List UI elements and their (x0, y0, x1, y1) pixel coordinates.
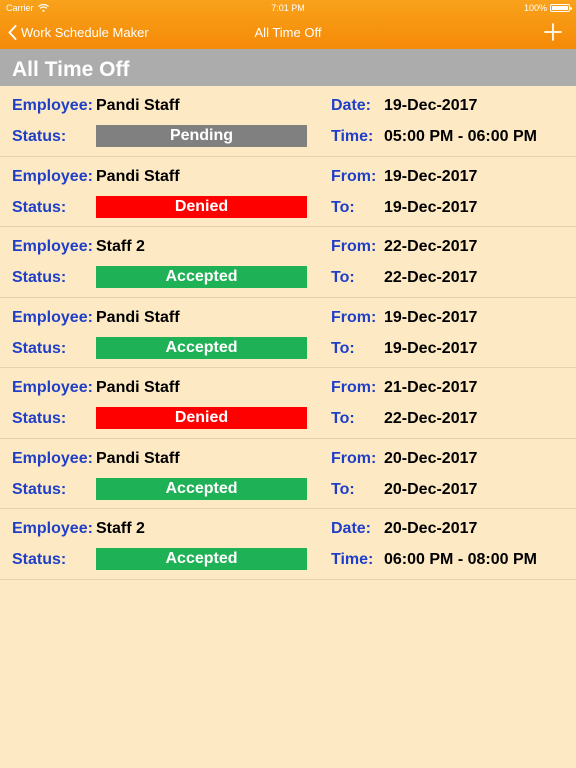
to-value: 22-Dec-2017 (384, 269, 478, 286)
employee-label: Employee: (12, 308, 93, 326)
status-badge: Denied (96, 407, 307, 429)
employee-name: Pandi Staff (96, 379, 180, 396)
time-off-list: Employee: Pandi Staff Status: Pending Date: 1… (0, 86, 576, 580)
to-value: 19-Dec-2017 (384, 339, 478, 357)
navigation-bar: Work Schedule Maker All Time Off (0, 16, 576, 49)
status-badge: Pending (96, 125, 307, 147)
status-badge: Accepted (96, 336, 307, 359)
employee-label: Employee: (12, 238, 93, 255)
time-off-row[interactable]: Employee: Pandi Staff Status: Denied From: 21… (0, 368, 576, 439)
to-value: 20-Dec-2017 (384, 480, 478, 498)
status-label: Status: (12, 339, 67, 357)
employee-label: Employee: (12, 379, 93, 396)
add-icon[interactable] (542, 21, 564, 43)
status-badge: Accepted (96, 266, 307, 288)
time-off-row[interactable]: Employee: Staff 2 Status: Accepted Date: 20-D… (0, 509, 576, 580)
time-off-row[interactable]: Employee: Staff 2 Status: Accepted From: 22-D… (0, 227, 576, 298)
from-label: From: (331, 308, 377, 326)
to-label: To: (331, 198, 355, 216)
employee-name: Pandi Staff (96, 449, 180, 467)
from-label: From: (331, 238, 377, 255)
time-label: Time: (331, 128, 374, 145)
from-value: 19-Dec-2017 (384, 167, 478, 185)
status-badge: Accepted (96, 548, 307, 570)
time-label: Time: (331, 551, 374, 568)
employee-name: Pandi Staff (96, 308, 180, 326)
employee-name: Pandi Staff (96, 167, 180, 185)
status-label: Status: (12, 128, 67, 145)
employee-name: Pandi Staff (96, 97, 180, 114)
status-time: 7:01 PM (271, 3, 305, 13)
nav-title: All Time Off (254, 25, 322, 40)
to-value: 19-Dec-2017 (384, 198, 478, 216)
from-value: 19-Dec-2017 (384, 308, 478, 326)
status-badge: Accepted (96, 477, 307, 500)
to-label: To: (331, 269, 355, 286)
employee-label: Employee: (12, 97, 93, 114)
from-label: From: (331, 379, 377, 396)
status-right: 100% (523, 3, 572, 13)
status-label: Status: (12, 480, 67, 498)
employee-name: Staff 2 (96, 238, 145, 255)
time-off-row[interactable]: Employee: Pandi Staff Status: Denied From: 19… (0, 157, 576, 227)
status-badge: Denied (96, 195, 307, 218)
date-label: Date: (331, 97, 372, 114)
to-label: To: (331, 339, 355, 357)
from-label: From: (331, 449, 377, 467)
battery-icon (550, 4, 572, 12)
status-label: Status: (12, 198, 67, 216)
from-value: 20-Dec-2017 (384, 449, 478, 467)
from-value: 22-Dec-2017 (384, 238, 478, 255)
top-bar: Carrier 7:01 PM 100% Work Schedule Maker… (0, 0, 576, 49)
section-header: All Time Off (0, 49, 576, 86)
to-label: To: (331, 410, 355, 427)
battery-label: 100% (523, 3, 547, 13)
employee-label: Employee: (12, 520, 93, 537)
time-off-row[interactable]: Employee: Pandi Staff Status: Accepted From:… (0, 298, 576, 368)
to-value: 22-Dec-2017 (384, 410, 478, 427)
status-label: Status: (12, 410, 67, 427)
date-value: 20-Dec-2017 (384, 520, 478, 537)
status-label: Status: (12, 269, 67, 286)
time-value: 05:00 PM - 06:00 PM (384, 128, 537, 145)
from-value: 21-Dec-2017 (384, 379, 478, 396)
status-label: Status: (12, 551, 67, 568)
time-off-row[interactable]: Employee: Pandi Staff Status: Pending Date: 1… (0, 86, 576, 157)
employee-label: Employee: (12, 167, 93, 185)
from-label: From: (331, 167, 377, 185)
employee-name: Staff 2 (96, 520, 145, 537)
employee-label: Employee: (12, 449, 93, 467)
status-bar: Carrier 7:01 PM 100% (0, 0, 576, 16)
to-label: To: (331, 480, 355, 498)
time-value: 06:00 PM - 08:00 PM (384, 551, 537, 568)
date-label: Date: (331, 520, 372, 537)
date-value: 19-Dec-2017 (384, 97, 478, 114)
time-off-row[interactable]: Employee: Pandi Staff Status: Accepted From:… (0, 439, 576, 509)
